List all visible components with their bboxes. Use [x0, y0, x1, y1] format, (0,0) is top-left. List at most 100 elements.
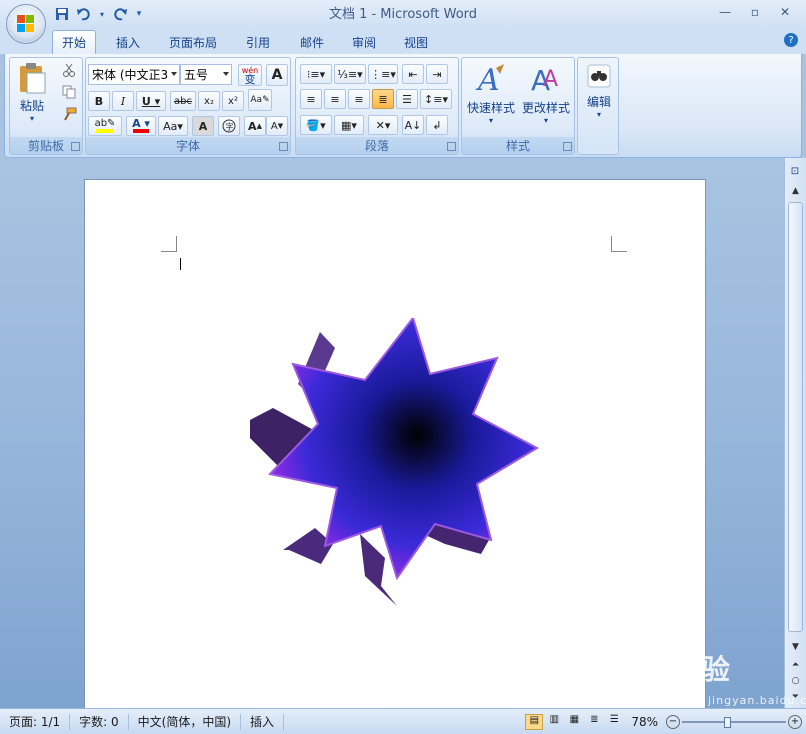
multilevel-list-icon[interactable]: ⋮≡▾	[368, 64, 398, 84]
change-styles-button[interactable]: AA 更改样式 ▾	[520, 62, 572, 136]
zoom-level[interactable]: 78%	[625, 715, 664, 729]
borders-icon[interactable]: ▦▾	[334, 115, 364, 135]
office-button[interactable]	[6, 4, 46, 44]
zoom-slider-thumb[interactable]	[724, 716, 731, 728]
italic-button[interactable]: I	[112, 91, 134, 111]
numbering-icon[interactable]: ⅓≡▾	[334, 64, 366, 84]
vertical-scrollbar[interactable]: ⊡ ▲ ▼ ⏶ ○ ⏷	[784, 158, 806, 708]
top-right-crop-mark	[611, 236, 627, 252]
browse-object-icon[interactable]: ○	[788, 676, 803, 690]
paste-dropdown-icon: ▾	[29, 114, 34, 123]
character-shading-button[interactable]: A	[192, 116, 214, 136]
show-hide-icon[interactable]: ↲	[426, 115, 448, 135]
outline-icon[interactable]: ≣	[585, 714, 603, 730]
save-icon[interactable]	[54, 6, 70, 22]
decrease-indent-icon[interactable]: ⇤	[402, 64, 424, 84]
font-name-value: 宋体 (中文正3	[92, 68, 169, 82]
text-cursor	[180, 258, 181, 270]
paragraph-launcher-icon[interactable]	[447, 142, 456, 151]
tab-view[interactable]: 视图	[394, 30, 438, 54]
clear-formatting-icon[interactable]: Aa✎	[248, 89, 272, 111]
word-count[interactable]: 字数: 0	[70, 713, 129, 730]
align-right-icon[interactable]: ≡	[348, 89, 370, 109]
full-screen-reading-icon[interactable]: ▥	[545, 714, 563, 730]
highlight-color-swatch	[96, 129, 114, 133]
editing-button[interactable]: 编辑 ▾	[580, 62, 618, 136]
tab-home[interactable]: 开始	[52, 30, 96, 54]
binoculars-icon	[587, 64, 611, 88]
zoom-in-icon[interactable]: +	[788, 714, 802, 729]
paragraph-group-label: 段落	[296, 137, 458, 154]
star-shape[interactable]	[245, 318, 545, 608]
previous-page-icon[interactable]: ⏶	[788, 660, 803, 674]
phonetic-guide-button[interactable]: wén 变	[238, 64, 262, 86]
increase-indent-icon[interactable]: ⇥	[426, 64, 448, 84]
enclose-characters-icon[interactable]: 字	[218, 116, 240, 136]
clipboard-group: 粘贴 ▾ 剪贴板	[9, 57, 83, 155]
cut-icon[interactable]	[60, 63, 78, 79]
quick-styles-button[interactable]: A 快速样式 ▾	[464, 62, 518, 136]
shrink-font-icon[interactable]: A ▼	[266, 116, 288, 136]
align-left-icon[interactable]: ≡	[300, 89, 322, 109]
shading-icon[interactable]: 🪣▾	[300, 115, 332, 135]
minimize-icon[interactable]: —	[710, 2, 740, 22]
maximize-icon[interactable]: ▫	[740, 2, 770, 22]
status-bar: 页面: 1/1 字数: 0 中文(简体，中国) 插入 ▤ ▥ ▦ ≣ ☰ 78%…	[0, 708, 806, 734]
highlight-button[interactable]: ab✎	[88, 116, 122, 136]
help-icon[interactable]: ?	[784, 33, 798, 47]
subscript-button[interactable]: x₂	[198, 91, 220, 111]
font-group-label: 字体	[86, 137, 290, 154]
font-size-combo[interactable]: 五号	[180, 64, 232, 85]
paste-button[interactable]: 粘贴 ▾	[14, 62, 50, 132]
tab-review[interactable]: 审阅	[342, 30, 386, 54]
line-spacing-icon[interactable]: ↕≡▾	[420, 89, 452, 109]
change-styles-dropdown-icon: ▾	[543, 116, 548, 125]
character-border-button[interactable]: A	[266, 64, 288, 86]
styles-group: A 快速样式 ▾ AA 更改样式 ▾ 样式	[461, 57, 575, 155]
bullets-icon[interactable]: ⁝≡▾	[300, 64, 332, 84]
grow-font-icon[interactable]: A ▲	[244, 116, 266, 136]
sort-icon[interactable]: A↓	[402, 115, 424, 135]
page-count[interactable]: 页面: 1/1	[0, 713, 71, 730]
tab-insert[interactable]: 插入	[106, 30, 150, 54]
undo-icon[interactable]	[76, 6, 92, 22]
print-layout-icon[interactable]: ▤	[525, 713, 544, 730]
language-indicator[interactable]: 中文(简体，中国)	[129, 713, 242, 730]
change-case-button[interactable]: Aa▾	[158, 116, 188, 136]
draft-icon[interactable]: ☰	[605, 714, 623, 730]
document-page[interactable]	[84, 179, 706, 719]
bold-button[interactable]: B	[88, 91, 110, 111]
chinese-layout-icon[interactable]: ✕▾	[368, 115, 398, 135]
tab-references[interactable]: 引用	[236, 30, 280, 54]
font-launcher-icon[interactable]	[279, 142, 288, 151]
zoom-slider[interactable]	[682, 715, 786, 729]
clipboard-launcher-icon[interactable]	[71, 142, 80, 151]
undo-dropdown-icon[interactable]: ▾	[98, 6, 106, 22]
justify-icon[interactable]: ≣	[372, 89, 394, 109]
styles-launcher-icon[interactable]	[563, 142, 572, 151]
strikethrough-button[interactable]: abc	[170, 91, 196, 111]
scroll-down-icon[interactable]: ▼	[788, 642, 803, 656]
web-layout-icon[interactable]: ▦	[565, 714, 583, 730]
ruler-toggle-icon[interactable]: ⊡	[788, 166, 802, 180]
tab-page-layout[interactable]: 页面布局	[160, 30, 226, 54]
close-icon[interactable]: ✕	[770, 2, 800, 22]
align-center-icon[interactable]: ≡	[324, 89, 346, 109]
watermark-url: jingyan.baidu.com	[708, 694, 806, 707]
customize-icon[interactable]: ▾	[134, 6, 144, 22]
font-name-combo[interactable]: 宋体 (中文正3	[88, 64, 180, 85]
distributed-icon[interactable]: ☰	[396, 89, 418, 109]
scroll-up-icon[interactable]: ▲	[788, 186, 803, 200]
underline-button[interactable]: U ▾	[136, 91, 166, 111]
format-painter-icon[interactable]	[60, 107, 78, 123]
superscript-button[interactable]: x²	[222, 91, 244, 111]
insert-mode[interactable]: 插入	[241, 713, 285, 730]
redo-icon[interactable]	[112, 6, 128, 22]
tab-mailings[interactable]: 邮件	[290, 30, 334, 54]
font-color-button[interactable]: A ▾	[126, 116, 156, 136]
watermark-text: Bai经验	[620, 653, 731, 686]
scroll-thumb[interactable]	[788, 202, 803, 632]
top-left-crop-mark	[161, 236, 177, 252]
zoom-out-icon[interactable]: −	[666, 714, 680, 729]
copy-icon[interactable]	[60, 85, 78, 101]
